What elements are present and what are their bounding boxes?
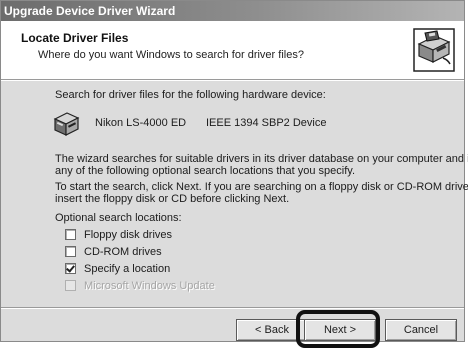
option-floppy[interactable]: Floppy disk drives	[65, 227, 172, 242]
option-label: Specify a location	[84, 262, 171, 275]
option-cdrom[interactable]: CD-ROM drives	[65, 244, 162, 259]
device-model: Nikon LS-4000 ED	[95, 117, 187, 129]
option-label: Microsoft Windows Update	[84, 279, 215, 292]
page-subtitle: Where do you want Windows to search for …	[38, 49, 304, 61]
option-label: Floppy disk drives	[84, 228, 173, 241]
footer-divider	[1, 307, 464, 309]
specify-location-checkbox[interactable]	[65, 263, 76, 274]
back-button[interactable]: < Back	[236, 319, 308, 341]
instruction-line-1: To start the search, click Next. If you …	[55, 181, 468, 193]
wizard-window: Upgrade Device Driver Wizard Locate Driv…	[0, 0, 468, 342]
option-specify-location[interactable]: Specify a location	[65, 261, 170, 276]
option-windows-update: Microsoft Windows Update	[65, 278, 215, 293]
wizard-computer-disk-icon	[413, 28, 455, 72]
next-button[interactable]: Next >	[304, 319, 376, 341]
cdrom-checkbox[interactable]	[65, 246, 76, 257]
info-line-2: any of the following optional search loc…	[55, 165, 356, 177]
cancel-button[interactable]: Cancel	[385, 319, 457, 341]
search-prompt: Search for driver files for the followin…	[55, 89, 326, 101]
window-title: Upgrade Device Driver Wizard	[4, 4, 176, 18]
floppy-checkbox[interactable]	[65, 229, 76, 240]
scanner-icon	[53, 112, 80, 136]
options-label: Optional search locations:	[55, 212, 182, 224]
wizard-header: Locate Driver Files Where do you want Wi…	[1, 21, 464, 79]
device-bus: IEEE 1394 SBP2 Device	[206, 117, 327, 129]
info-line-1: The wizard searches for suitable drivers…	[55, 153, 468, 165]
page-title: Locate Driver Files	[21, 31, 129, 45]
instruction-line-2: insert the floppy disk or CD before clic…	[55, 193, 290, 205]
header-divider	[1, 79, 464, 81]
windows-update-checkbox	[65, 280, 76, 291]
title-bar[interactable]: Upgrade Device Driver Wizard	[1, 1, 464, 21]
option-label: CD-ROM drives	[84, 245, 162, 258]
